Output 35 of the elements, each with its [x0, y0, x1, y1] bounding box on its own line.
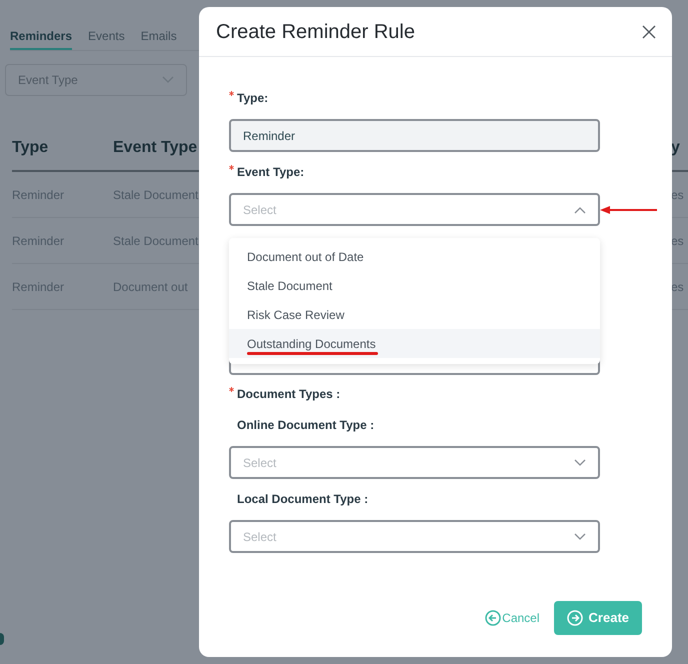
column-header: Event Type — [113, 139, 198, 156]
dropdown-option[interactable]: Risk Case Review — [229, 300, 600, 329]
tab[interactable]: Events — [88, 27, 125, 50]
dropdown-option[interactable]: Document out of Date — [229, 242, 600, 271]
table-cell: Reminder — [12, 188, 64, 202]
column-header: y — [671, 139, 680, 156]
close-icon[interactable] — [642, 24, 656, 38]
select-field[interactable]: Select — [229, 446, 600, 479]
table-cell: es — [671, 234, 684, 248]
field-label: Online Document Type : — [237, 417, 374, 434]
field-label: Event Type: — [237, 164, 304, 181]
column-header: Type — [12, 139, 48, 156]
dropdown-option[interactable]: Stale Document — [229, 271, 600, 300]
table-cell: Reminder — [12, 280, 64, 294]
field-label: Local Document Type : — [237, 491, 368, 508]
select-field[interactable]: Select — [229, 520, 600, 553]
chevron-down-icon — [162, 76, 174, 84]
table-cell: es — [671, 280, 684, 294]
dialog-title: Create Reminder Rule — [216, 20, 415, 44]
cancel-button[interactable]: Cancel — [485, 609, 540, 627]
text-field[interactable]: Reminder — [229, 119, 600, 152]
field-label: Document Types : — [237, 386, 340, 403]
dropdown-option[interactable]: Outstanding Documents — [229, 329, 600, 358]
select-field[interactable]: Select — [229, 193, 600, 226]
table-cell: Reminder — [12, 234, 64, 248]
table-cell: Stale Document — [113, 188, 198, 202]
field-label: Type: — [237, 90, 268, 107]
table-cell: Stale Document — [113, 234, 198, 248]
tab[interactable]: Reminders — [10, 27, 72, 50]
arrow-circle-icon — [566, 610, 583, 626]
table-cell: Document out — [113, 280, 188, 294]
create-button[interactable]: Create — [554, 601, 642, 635]
table-cell: es — [671, 188, 684, 202]
arrow-circle-icon — [485, 610, 502, 626]
tab[interactable]: Emails — [140, 27, 177, 50]
